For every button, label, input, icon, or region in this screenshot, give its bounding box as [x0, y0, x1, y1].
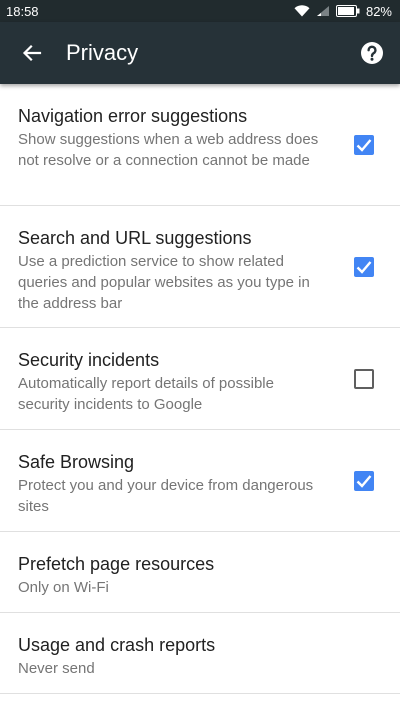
setting-summary: Show suggestions when a web address does…	[18, 131, 319, 169]
setting-summary: Never send	[18, 660, 95, 677]
status-bar: 18:58 82%	[0, 0, 400, 22]
back-button[interactable]	[0, 22, 64, 84]
page-title: Privacy	[66, 40, 139, 65]
help-button[interactable]	[344, 22, 400, 84]
wifi-icon	[294, 5, 310, 17]
status-time: 18:58	[6, 3, 39, 19]
setting-security-incidents[interactable]: Security incidents Automatically report …	[0, 328, 400, 430]
setting-navigation-error-suggestions[interactable]: Navigation error suggestions Show sugges…	[0, 84, 400, 206]
checkbox-search-url-suggestions[interactable]	[354, 256, 374, 277]
setting-safe-browsing[interactable]: Safe Browsing Protect you and your devic…	[0, 430, 400, 532]
setting-title: Prefetch page resources	[18, 554, 215, 574]
checkbox-navigation-error-suggestions[interactable]	[354, 134, 374, 155]
checkbox-security-incidents[interactable]	[354, 368, 374, 389]
battery-icon	[335, 5, 360, 17]
setting-prefetch-page-resources[interactable]: Prefetch page resources Only on Wi-Fi	[0, 532, 400, 613]
setting-summary: Use a prediction service to show related…	[18, 253, 310, 312]
checkbox-safe-browsing[interactable]	[354, 470, 374, 491]
setting-summary: Only on Wi-Fi	[18, 579, 109, 596]
battery-percent: 82%	[365, 3, 392, 19]
setting-usage-crash-reports[interactable]: Usage and crash reports Never send	[0, 613, 400, 694]
settings-list: Navigation error suggestions Show sugges…	[0, 84, 400, 694]
check-icon	[356, 138, 372, 152]
setting-summary: Automatically report details of possible…	[18, 375, 274, 413]
setting-title: Security incidents	[18, 350, 160, 370]
help-icon	[361, 42, 383, 64]
status-icons: 82%	[294, 4, 392, 19]
toolbar: Privacy	[0, 22, 400, 84]
setting-title: Search and URL suggestions	[18, 228, 252, 248]
check-icon	[356, 474, 372, 488]
setting-title: Usage and crash reports	[18, 635, 216, 655]
setting-title: Navigation error suggestions	[18, 106, 248, 126]
arrow-back-icon	[22, 44, 42, 62]
check-icon	[356, 260, 372, 274]
setting-summary: Protect you and your device from dangero…	[18, 477, 314, 515]
setting-title: Safe Browsing	[18, 452, 135, 472]
setting-search-url-suggestions[interactable]: Search and URL suggestions Use a predict…	[0, 206, 400, 328]
cell-signal-icon	[316, 6, 329, 16]
